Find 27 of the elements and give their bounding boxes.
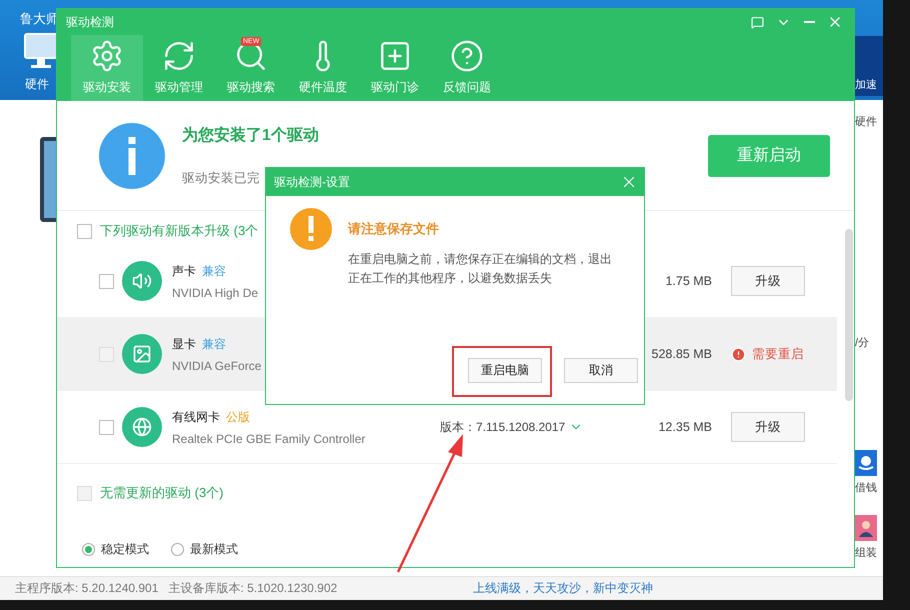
driver-description: Realtek PCIe GBE Family Controller xyxy=(172,432,366,446)
driver-description: NVIDIA High De xyxy=(172,286,260,300)
version-text: 主设备库版本: 5.1020.1230.902 xyxy=(168,580,338,597)
driver-name: 显卡 xyxy=(172,336,196,352)
summary-subtitle: 驱动安装已完 xyxy=(182,170,260,187)
window-title: 驱动检测 xyxy=(66,14,115,30)
driver-size: 528.85 MB xyxy=(650,347,712,361)
summary-title: 为您安装了1个驱动 xyxy=(182,125,319,146)
driver-description: NVIDIA GeForce xyxy=(172,358,262,372)
mode-label: 最新模式 xyxy=(190,540,238,558)
driver-version: 版本：7.115.1208.2017 xyxy=(440,418,566,436)
driver-tag: 公版 xyxy=(226,408,250,426)
driver-name: 声卡 xyxy=(172,262,196,280)
section-title: 无需更新的驱动 (3个) xyxy=(100,484,224,502)
restart-required-text: 需要重启 xyxy=(752,346,804,362)
driver-size: 1.75 MB xyxy=(664,274,712,288)
section-title: 下列驱动有新版本升级 (3个 xyxy=(100,222,258,240)
dialog-heading: 请注意保存文件 xyxy=(348,220,440,238)
dialog-title: 驱动检测-设置 xyxy=(274,174,350,190)
driver-name: 有线网卡 xyxy=(172,408,220,426)
driver-size: 12.35 MB xyxy=(657,420,712,434)
driver-tag: 兼容 xyxy=(202,262,226,280)
driver-tag: 兼容 xyxy=(202,336,226,352)
banner-text: 加速 xyxy=(855,78,877,92)
version-text: 主程序版本: 5.20.1240.901 xyxy=(15,580,158,597)
dialog-message: 在重启电脑之前，请您保存正在编辑的文档，退出正在工作的其他程序，以避免数据丢失 xyxy=(348,251,613,287)
mode-label: 稳定模式 xyxy=(101,540,149,558)
